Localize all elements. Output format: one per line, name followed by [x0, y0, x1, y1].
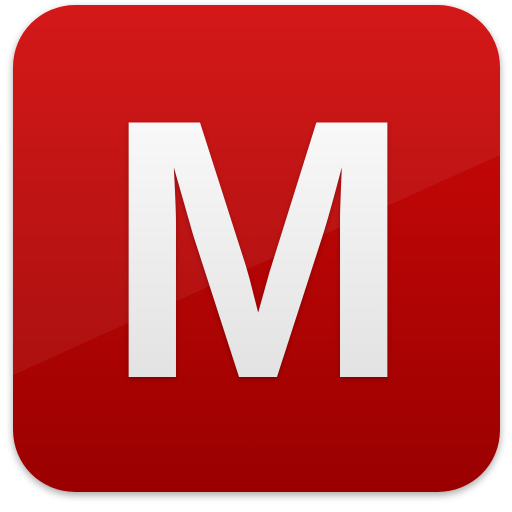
icon-canvas: M — [0, 0, 512, 512]
app-icon-letter: M — [104, 43, 412, 456]
m-letter-app-icon[interactable]: M — [13, 5, 500, 492]
letter-glyph: M — [104, 43, 412, 456]
